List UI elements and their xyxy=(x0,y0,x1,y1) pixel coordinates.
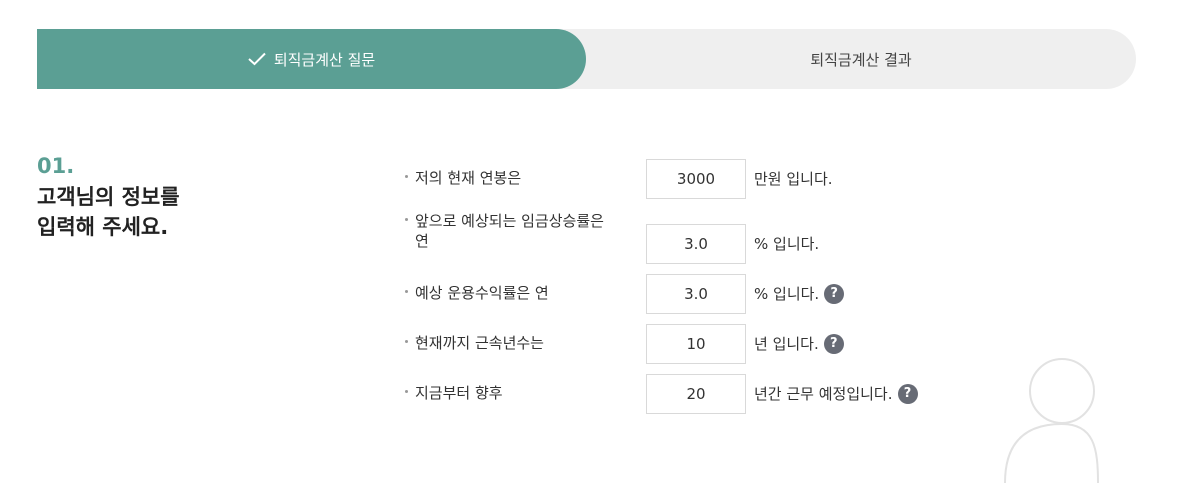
question-label: 예상 운용수익률은 연 xyxy=(405,283,645,303)
section-title: 고객님의 정보를 입력해 주세요. xyxy=(37,182,237,242)
bullet-icon xyxy=(405,340,408,343)
help-icon[interactable]: ? xyxy=(897,383,918,404)
bullet-icon xyxy=(405,390,408,393)
check-icon xyxy=(248,52,266,66)
section-number: 01. xyxy=(37,154,75,178)
question-label: 지금부터 향후 xyxy=(405,383,645,403)
help-icon[interactable]: ? xyxy=(823,333,844,354)
future-years-input[interactable] xyxy=(646,374,746,414)
question-unit: 년 입니다.? xyxy=(754,333,844,354)
section-title-line1: 고객님의 정보를 xyxy=(37,185,180,209)
person-illustration-icon xyxy=(1004,358,1099,483)
step-question-active[interactable]: 퇴직금계산 질문 xyxy=(37,29,586,89)
bullet-icon xyxy=(405,218,408,221)
question-unit: 만원 입니다. xyxy=(754,170,833,188)
question-label: 저의 현재 연봉은 xyxy=(405,168,645,188)
step-result-label: 퇴직금계산 결과 xyxy=(810,50,912,69)
bullet-icon xyxy=(405,175,408,178)
wage-growth-input[interactable] xyxy=(646,224,746,264)
help-icon[interactable]: ? xyxy=(824,283,845,304)
step-progress: 퇴직금계산 질문 퇴직금계산 결과 xyxy=(37,29,1136,89)
question-label: 현재까지 근속년수는 xyxy=(405,333,645,353)
question-label: 앞으로 예상되는 임금상승률은 연 xyxy=(405,211,645,251)
question-unit: % 입니다. xyxy=(754,235,820,253)
section-title-line2: 입력해 주세요. xyxy=(37,215,169,239)
question-unit: 년간 근무 예정입니다.? xyxy=(754,383,918,404)
tenure-input[interactable] xyxy=(646,324,746,364)
step-question-label: 퇴직금계산 질문 xyxy=(273,50,376,69)
return-rate-input[interactable] xyxy=(646,274,746,314)
question-unit: % 입니다.? xyxy=(754,283,845,304)
salary-input[interactable] xyxy=(646,159,746,199)
step-result[interactable]: 퇴직금계산 결과 xyxy=(586,29,1136,89)
bullet-icon xyxy=(405,290,408,293)
